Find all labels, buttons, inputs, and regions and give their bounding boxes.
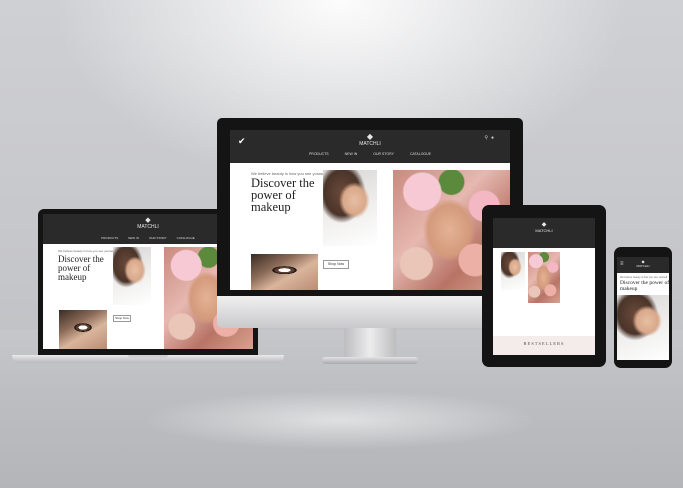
nav-products[interactable]: PRODUCTS <box>101 236 118 240</box>
floor-reflection <box>140 390 540 450</box>
nav-new-in[interactable]: NEW IN <box>345 152 358 156</box>
nav-our-story[interactable]: OUR STORY <box>373 152 394 156</box>
monitor-foot <box>322 357 418 364</box>
phone-screen: ≡ ◆ MATCHLI We believe beauty is how you… <box>617 257 669 360</box>
phone-device: ≡ ◆ MATCHLI We believe beauty is how you… <box>614 247 672 368</box>
monitor-nav: PRODUCTS NEW IN OUR STORY CATALOGUE <box>230 152 510 156</box>
hero-portrait-image <box>323 170 377 246</box>
tagline: We believe beauty is how you see yoursel… <box>620 276 668 279</box>
phone-header: ≡ ◆ MATCHLI <box>617 257 669 273</box>
headline: Discover the power of makeup <box>620 280 669 292</box>
laptop-notch <box>128 355 168 358</box>
headline: Discover the power of makeup <box>58 254 104 282</box>
brand-name: MATCHLI <box>359 141 381 147</box>
phone-logo: ◆ MATCHLI <box>617 260 669 269</box>
nav-new-in[interactable]: NEW IN <box>128 236 139 240</box>
shop-now-button[interactable]: Shop Now <box>323 260 349 269</box>
eye-closeup-image <box>59 310 107 349</box>
nav-catalogue[interactable]: CATALOGUE <box>410 152 431 156</box>
desktop-monitor: ✔ ◆ MATCHLI ⚲ ● PRODUCTS NEW IN OUR STOR… <box>217 118 523 368</box>
brand-name: MATCHLI <box>535 228 553 233</box>
bestsellers-heading: BESTSELLERS <box>523 341 565 346</box>
monitor-screen: ✔ ◆ MATCHLI ⚲ ● PRODUCTS NEW IN OUR STOR… <box>230 130 510 290</box>
hero-portrait-image <box>501 252 525 290</box>
nav-products[interactable]: PRODUCTS <box>309 152 329 156</box>
monitor-logo: ◆ MATCHLI <box>230 132 510 148</box>
monitor-header: ✔ ◆ MATCHLI ⚲ ● PRODUCTS NEW IN OUR STOR… <box>230 130 510 163</box>
nav-catalogue[interactable]: CATALOGUE <box>177 236 195 240</box>
tablet-device: ◆ MATCHLI BESTSELLERS <box>482 205 606 367</box>
hero-portrait-image <box>113 247 151 305</box>
tagline: We believe beauty is how you see yoursel… <box>58 249 115 253</box>
search-icon[interactable]: ⚲ <box>484 135 488 141</box>
eye-closeup-image <box>251 254 318 290</box>
headline: Discover the power of makeup <box>251 176 315 214</box>
monitor-chin <box>217 296 523 328</box>
shop-now-button[interactable]: Shop Now <box>113 315 131 322</box>
mask-icon: ◆ <box>366 132 374 141</box>
user-icon[interactable]: ● <box>491 135 494 141</box>
tablet-screen: ◆ MATCHLI BESTSELLERS <box>493 218 595 355</box>
tablet-logo: ◆ MATCHLI <box>493 222 595 233</box>
monitor-stand <box>344 328 396 358</box>
hero-flowers-image <box>528 252 560 303</box>
tablet-header: ◆ MATCHLI <box>493 218 595 248</box>
brand-name: MATCHLI <box>636 264 650 268</box>
nav-our-story[interactable]: OUR STORY <box>149 236 167 240</box>
hero-portrait-image <box>617 295 669 360</box>
